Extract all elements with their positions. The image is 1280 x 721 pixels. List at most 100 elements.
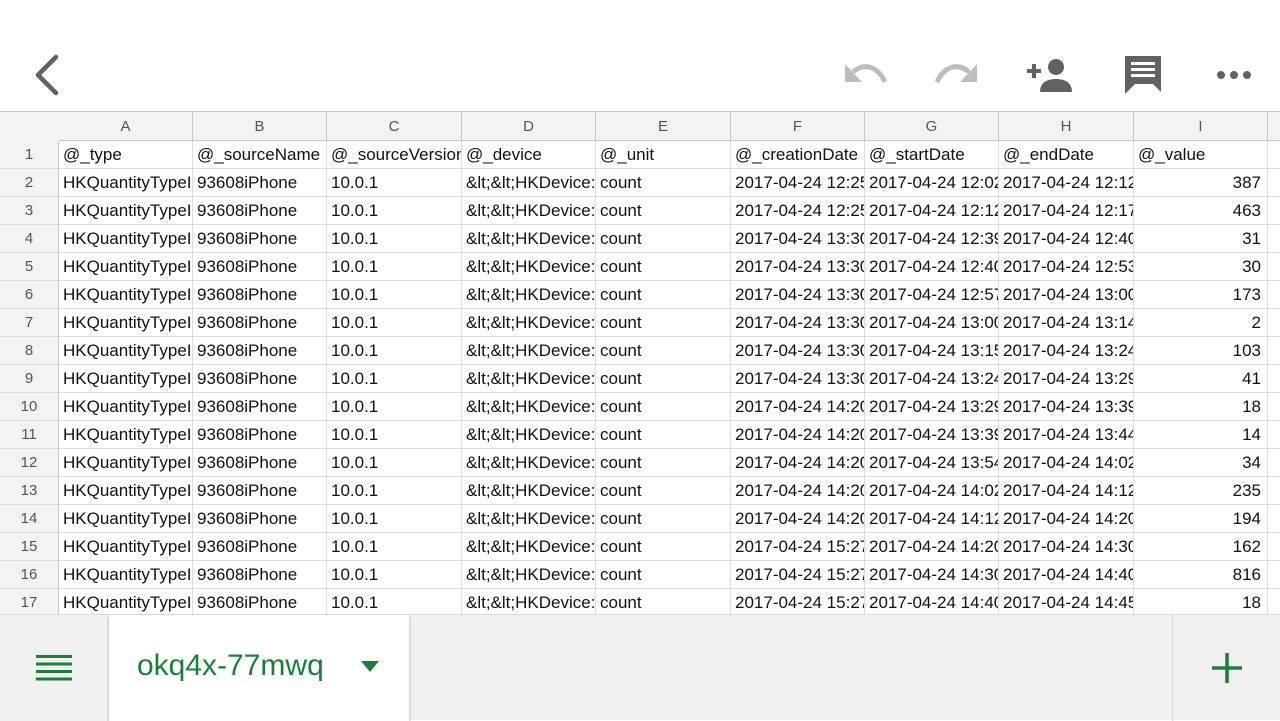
- column-header-e[interactable]: E: [596, 112, 731, 141]
- cell-g[interactable]: 2017-04-24 12:12: [865, 197, 999, 224]
- cell-e[interactable]: @_unit: [596, 141, 731, 168]
- cell-c[interactable]: 10.0.1: [327, 533, 462, 560]
- all-sheets-button[interactable]: [0, 615, 108, 721]
- cell-h[interactable]: 2017-04-24 12:17: [999, 197, 1134, 224]
- column-header-b[interactable]: B: [193, 112, 327, 141]
- row-number[interactable]: 13: [0, 477, 59, 504]
- cell-f[interactable]: 2017-04-24 13:30: [731, 253, 865, 280]
- cell-f[interactable]: 2017-04-24 14:20: [731, 449, 865, 476]
- row-number[interactable]: 11: [0, 421, 59, 448]
- cell-f[interactable]: 2017-04-24 13:30: [731, 309, 865, 336]
- cell-f[interactable]: 2017-04-24 15:27: [731, 561, 865, 588]
- cell-b[interactable]: 93608iPhone: [193, 533, 327, 560]
- cell-h[interactable]: @_endDate: [999, 141, 1134, 168]
- cell-a[interactable]: HKQuantityTypeIdentifierStepCount: [59, 281, 193, 308]
- cell-i[interactable]: 235: [1134, 477, 1268, 504]
- cell-g[interactable]: 2017-04-24 13:24: [865, 365, 999, 392]
- cell-h[interactable]: 2017-04-24 13:29: [999, 365, 1134, 392]
- cell-b[interactable]: 93608iPhone: [193, 365, 327, 392]
- cell-c[interactable]: 10.0.1: [327, 309, 462, 336]
- cell-b[interactable]: 93608iPhone: [193, 393, 327, 420]
- sheet-tab-active[interactable]: okq4x-77mwq: [108, 615, 410, 721]
- cell-b[interactable]: 93608iPhone: [193, 561, 327, 588]
- cell-a[interactable]: HKQuantityTypeIdentifierStepCount: [59, 225, 193, 252]
- cell-c[interactable]: 10.0.1: [327, 225, 462, 252]
- cell-i[interactable]: 103: [1134, 337, 1268, 364]
- cell-i[interactable]: 162: [1134, 533, 1268, 560]
- cell-c[interactable]: 10.0.1: [327, 197, 462, 224]
- cell-b[interactable]: 93608iPhone: [193, 449, 327, 476]
- cell-i[interactable]: 2: [1134, 309, 1268, 336]
- cell-e[interactable]: count: [596, 421, 731, 448]
- cell-h[interactable]: 2017-04-24 13:24: [999, 337, 1134, 364]
- dropdown-caret-icon[interactable]: [361, 661, 379, 672]
- cell-d[interactable]: &lt;&lt;HKDevice:: [462, 169, 596, 196]
- cell-g[interactable]: @_startDate: [865, 141, 999, 168]
- cell-g[interactable]: 2017-04-24 14:20: [865, 533, 999, 560]
- row-number[interactable]: 12: [0, 449, 59, 476]
- cell-i[interactable]: 34: [1134, 449, 1268, 476]
- cell-b[interactable]: 93608iPhone: [193, 225, 327, 252]
- column-header-a[interactable]: A: [59, 112, 193, 141]
- cell-e[interactable]: count: [596, 365, 731, 392]
- cell-f[interactable]: 2017-04-24 14:20: [731, 421, 865, 448]
- cell-h[interactable]: 2017-04-24 13:00: [999, 281, 1134, 308]
- row-number[interactable]: 1: [0, 141, 59, 168]
- row-number[interactable]: 17: [0, 589, 59, 614]
- cell-g[interactable]: 2017-04-24 13:39: [865, 421, 999, 448]
- cell-a[interactable]: @_type: [59, 141, 193, 168]
- row-number[interactable]: 8: [0, 337, 59, 364]
- cell-g[interactable]: 2017-04-24 13:15: [865, 337, 999, 364]
- back-button[interactable]: [22, 48, 72, 102]
- undo-button[interactable]: [838, 52, 892, 98]
- cell-h[interactable]: 2017-04-24 14:30: [999, 533, 1134, 560]
- cell-a[interactable]: HKQuantityTypeIdentifierStepCount: [59, 365, 193, 392]
- cell-b[interactable]: 93608iPhone: [193, 589, 327, 614]
- cell-f[interactable]: 2017-04-24 15:27: [731, 533, 865, 560]
- cell-b[interactable]: 93608iPhone: [193, 253, 327, 280]
- cell-c[interactable]: 10.0.1: [327, 169, 462, 196]
- column-header-i[interactable]: I: [1134, 112, 1268, 141]
- cell-i[interactable]: 194: [1134, 505, 1268, 532]
- row-number[interactable]: 4: [0, 225, 59, 252]
- add-people-button[interactable]: [1022, 50, 1078, 100]
- cell-a[interactable]: HKQuantityTypeIdentifierStepCount: [59, 533, 193, 560]
- cell-c[interactable]: 10.0.1: [327, 561, 462, 588]
- cell-f[interactable]: 2017-04-24 13:30: [731, 281, 865, 308]
- cell-e[interactable]: count: [596, 561, 731, 588]
- cell-a[interactable]: HKQuantityTypeIdentifierStepCount: [59, 449, 193, 476]
- cell-h[interactable]: 2017-04-24 12:12: [999, 169, 1134, 196]
- cell-i[interactable]: 18: [1134, 589, 1268, 614]
- cell-b[interactable]: 93608iPhone: [193, 505, 327, 532]
- cell-h[interactable]: 2017-04-24 14:40: [999, 561, 1134, 588]
- cell-f[interactable]: @_creationDate: [731, 141, 865, 168]
- cell-d[interactable]: &lt;&lt;HKDevice:: [462, 197, 596, 224]
- row-number[interactable]: 7: [0, 309, 59, 336]
- cell-a[interactable]: HKQuantityTypeIdentifierStepCount: [59, 393, 193, 420]
- cell-e[interactable]: count: [596, 309, 731, 336]
- cell-d[interactable]: &lt;&lt;HKDevice:: [462, 309, 596, 336]
- cell-a[interactable]: HKQuantityTypeIdentifierStepCount: [59, 421, 193, 448]
- cell-d[interactable]: &lt;&lt;HKDevice:: [462, 421, 596, 448]
- cell-d[interactable]: &lt;&lt;HKDevice:: [462, 337, 596, 364]
- spreadsheet-grid[interactable]: ABCDEFGHI 1 @_type @_sourceName @_sourceVer…: [0, 111, 1280, 614]
- cell-c[interactable]: 10.0.1: [327, 477, 462, 504]
- column-header-g[interactable]: G: [865, 112, 999, 141]
- cell-g[interactable]: 2017-04-24 14:30: [865, 561, 999, 588]
- cell-h[interactable]: 2017-04-24 14:12: [999, 477, 1134, 504]
- cell-d[interactable]: &lt;&lt;HKDevice:: [462, 253, 596, 280]
- select-all-corner[interactable]: [0, 112, 59, 141]
- cell-i[interactable]: @_value: [1134, 141, 1268, 168]
- cell-a[interactable]: HKQuantityTypeIdentifierStepCount: [59, 169, 193, 196]
- redo-button[interactable]: [930, 52, 984, 98]
- cell-g[interactable]: 2017-04-24 13:54: [865, 449, 999, 476]
- cell-g[interactable]: 2017-04-24 12:39: [865, 225, 999, 252]
- cell-e[interactable]: count: [596, 393, 731, 420]
- cell-e[interactable]: count: [596, 197, 731, 224]
- cell-e[interactable]: count: [596, 533, 731, 560]
- cell-b[interactable]: @_sourceName: [193, 141, 327, 168]
- cell-b[interactable]: 93608iPhone: [193, 197, 327, 224]
- cell-h[interactable]: 2017-04-24 12:40: [999, 225, 1134, 252]
- cell-c[interactable]: 10.0.1: [327, 253, 462, 280]
- cell-f[interactable]: 2017-04-24 14:20: [731, 393, 865, 420]
